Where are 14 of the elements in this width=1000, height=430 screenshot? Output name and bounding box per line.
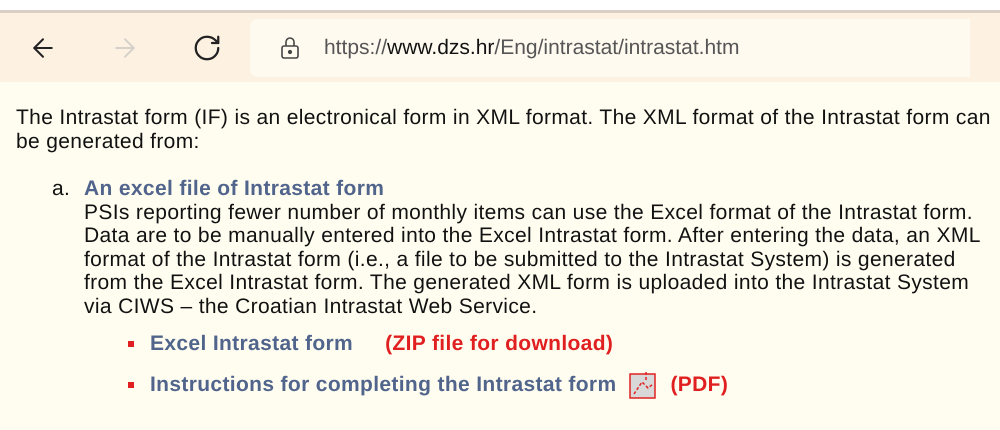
bullet-icon	[128, 382, 134, 388]
file-note: (ZIP file for download)	[385, 332, 614, 356]
file-note: (PDF)	[670, 372, 728, 396]
item-description: PSIs reporting fewer number of monthly items can use the Excel format of the Intrastat form. Data are to be manually entered into the Excel Intrastat form. After entering the data, an XML format of the Intrastat form (i.e., a file to be submitted to the Intrastat System) is generated from the Excel Intrastat form. The generated XML form is uploaded into the Intrastat System via CIWS – the Croatian Intrastat Web Service.	[84, 200, 981, 318]
reload-icon[interactable]	[192, 32, 222, 62]
lock-icon	[280, 36, 300, 60]
item-link[interactable]: An excel file of Intrastat form	[84, 177, 998, 200]
intro-paragraph: The Intrastat form (IF) is an electronical form in XML format. The XML format of the Intrastat form can be generated from:	[16, 106, 992, 153]
address-url: https://www.dzs.hr/Eng/intrastat/intrastat.htm	[324, 34, 740, 61]
bullet-icon	[128, 340, 134, 347]
list-marker: a.	[52, 177, 72, 202]
download-link[interactable]: Excel Intrastat form	[150, 332, 354, 356]
download-link[interactable]: Instructions for completing the Intrastat form	[150, 372, 616, 396]
address-bar[interactable]: https://www.dzs.hr/Eng/intrastat/intrastat.htm	[250, 18, 970, 76]
